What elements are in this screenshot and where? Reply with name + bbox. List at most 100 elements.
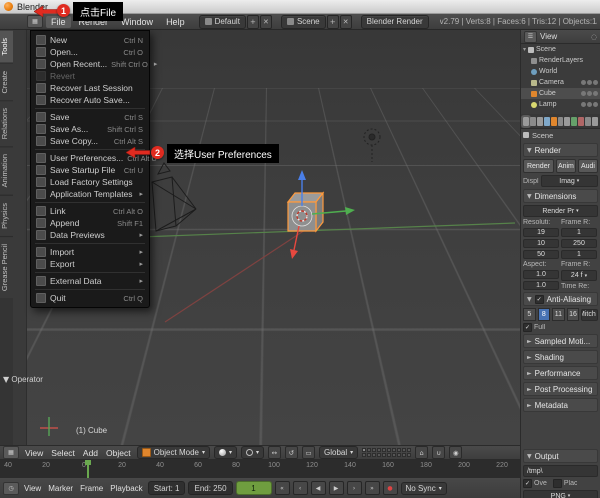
- menu-item-load-factory-settings[interactable]: Load Factory Settings: [31, 176, 149, 188]
- menu-item-append[interactable]: AppendShift F1: [31, 217, 149, 229]
- aa-samples-11[interactable]: 11: [552, 308, 565, 321]
- overwrite-checkbox[interactable]: ✓: [523, 479, 532, 488]
- menu-file[interactable]: File: [46, 16, 71, 28]
- search-icon[interactable]: ◌: [591, 33, 597, 41]
- aa-samples-5[interactable]: 5: [523, 308, 536, 321]
- menu-item-open-recent[interactable]: Open Recent...Shift Ctrl O▸: [31, 58, 149, 70]
- outliner-row-renderlayers[interactable]: RenderLayers: [521, 55, 600, 66]
- render-presets-dropdown[interactable]: Render Pr ▾: [523, 205, 598, 217]
- frame-start-field[interactable]: 1: [561, 228, 597, 237]
- toolshelf-tab-physics[interactable]: Physics: [0, 195, 13, 236]
- aa-filter-dropdown[interactable]: Mitch ▾: [581, 309, 598, 321]
- render-engine-dropdown[interactable]: Blender Render: [361, 15, 429, 29]
- next-keyframe-button[interactable]: ›: [347, 481, 362, 495]
- record-button[interactable]: ●: [383, 481, 398, 495]
- tab-render-icon[interactable]: [523, 117, 529, 126]
- full-sample-checkbox[interactable]: ✓: [523, 323, 532, 332]
- toolshelf-tab-tools[interactable]: Tools: [0, 30, 13, 63]
- add-layout-button[interactable]: +: [247, 15, 259, 29]
- tab-material-icon[interactable]: [578, 117, 584, 126]
- render-button[interactable]: Render: [523, 159, 554, 173]
- camera-object[interactable]: [152, 163, 196, 231]
- frame-end-field[interactable]: 250: [561, 239, 597, 248]
- viewport-menu-select[interactable]: Select: [49, 448, 77, 458]
- outliner-row-camera[interactable]: Camera: [521, 77, 600, 88]
- menu-help[interactable]: Help: [161, 16, 190, 28]
- pivot-dropdown[interactable]: ▾: [241, 446, 264, 459]
- resolution-x-field[interactable]: 19: [523, 228, 559, 237]
- timeline-menu-frame[interactable]: Frame: [78, 484, 105, 493]
- fps-dropdown[interactable]: 24 f ▾: [561, 270, 597, 281]
- expand-triangle-icon[interactable]: ▾: [523, 46, 526, 53]
- format-dropdown[interactable]: PNG ▾: [523, 490, 598, 498]
- prev-keyframe-button[interactable]: ‹: [293, 481, 308, 495]
- menu-item-revert[interactable]: Revert: [31, 70, 149, 82]
- transform-orientation-dropdown[interactable]: Global ▾: [319, 446, 358, 459]
- outliner-row-cube[interactable]: Cube: [521, 88, 600, 99]
- play-button[interactable]: ▶: [329, 481, 344, 495]
- timeline-editor-type-icon[interactable]: ◷: [3, 482, 19, 495]
- display-dropdown[interactable]: Imag ▾: [541, 175, 598, 187]
- viewport-menu-view[interactable]: View: [23, 448, 45, 458]
- rotate-manipulator-button[interactable]: ↺: [285, 446, 298, 459]
- viewport-menu-object[interactable]: Object: [104, 448, 133, 458]
- delete-layout-button[interactable]: ✕: [260, 15, 272, 29]
- layers-widget[interactable]: [362, 448, 411, 457]
- delete-scene-button[interactable]: ✕: [340, 15, 352, 29]
- shading-panel-header[interactable]: ► Shading: [523, 350, 598, 364]
- frame-start-field[interactable]: Start: 1: [148, 481, 186, 495]
- jump-to-end-button[interactable]: »: [365, 481, 380, 495]
- menu-item-application-templates[interactable]: Application Templates▸: [31, 188, 149, 200]
- play-reverse-button[interactable]: ◀: [311, 481, 326, 495]
- sampled-motion-panel-header[interactable]: ► Sampled Moti...: [523, 334, 598, 348]
- render-panel-header[interactable]: ▼ Render: [523, 143, 598, 157]
- frame-end-field[interactable]: End: 250: [188, 481, 232, 495]
- timeline-menu-marker[interactable]: Marker: [46, 484, 75, 493]
- shading-dropdown[interactable]: ▾: [214, 446, 237, 459]
- menu-item-save-copy[interactable]: Save Copy...Ctrl Alt S: [31, 135, 149, 147]
- sync-dropdown[interactable]: No Sync ▾: [401, 482, 447, 495]
- dimensions-panel-header[interactable]: ▼ Dimensions: [523, 189, 598, 203]
- aspect-y-field[interactable]: 1.0: [523, 281, 559, 290]
- menu-item-open[interactable]: Open...Ctrl O: [31, 46, 149, 58]
- aspect-x-field[interactable]: 1.0: [523, 270, 559, 279]
- output-path-field[interactable]: /tmp\: [523, 465, 598, 477]
- lamp-object[interactable]: [364, 129, 380, 162]
- antialiasing-panel-header[interactable]: ▼ ✓ Anti-Aliasing: [523, 292, 598, 306]
- render-opengl-icon[interactable]: ◉: [449, 446, 462, 459]
- resolution-y-field[interactable]: 10: [523, 239, 559, 248]
- tab-scene-icon[interactable]: [537, 117, 543, 126]
- aa-samples-16[interactable]: 16: [567, 308, 580, 321]
- tab-data-icon[interactable]: [571, 117, 577, 126]
- tab-object-icon[interactable]: [551, 117, 557, 126]
- outliner-display-dropdown[interactable]: View: [540, 32, 557, 41]
- render-anim-button[interactable]: Anim: [556, 159, 576, 173]
- post-processing-panel-header[interactable]: ► Post Processing: [523, 382, 598, 396]
- resolution-percent-field[interactable]: 50: [523, 250, 559, 259]
- tab-constraints-icon[interactable]: [558, 117, 564, 126]
- antialiasing-checkbox[interactable]: ✓: [535, 295, 544, 304]
- viewport-menu-add[interactable]: Add: [81, 448, 100, 458]
- translate-manipulator-button[interactable]: ↔: [268, 446, 281, 459]
- outliner-row-lamp[interactable]: Lamp: [521, 99, 600, 110]
- toolshelf-tab-animation[interactable]: Animation: [0, 146, 13, 194]
- placeholders-checkbox[interactable]: [553, 479, 562, 488]
- lock-icon[interactable]: ⌂: [415, 446, 428, 459]
- snap-magnet-icon[interactable]: ∪: [432, 446, 445, 459]
- tab-world-icon[interactable]: [544, 117, 550, 126]
- scene-dropdown[interactable]: Scene: [281, 15, 326, 29]
- menu-item-recover-auto-save[interactable]: Recover Auto Save...: [31, 94, 149, 106]
- menu-item-import[interactable]: Import▸: [31, 246, 149, 258]
- frame-step-field[interactable]: 1: [561, 250, 597, 259]
- metadata-panel-header[interactable]: ► Metadata: [523, 398, 598, 412]
- outliner-editor-type-icon[interactable]: ☰: [524, 31, 537, 43]
- menu-item-new[interactable]: NewCtrl N: [31, 34, 149, 46]
- menu-item-save-as[interactable]: Save As...Shift Ctrl S: [31, 123, 149, 135]
- mode-dropdown[interactable]: Object Mode ▾: [137, 446, 210, 459]
- scale-manipulator-button[interactable]: ▭: [302, 446, 315, 459]
- viewport-editor-type-icon[interactable]: ▦: [3, 446, 19, 459]
- render-audio-button[interactable]: Audi: [578, 159, 598, 173]
- layout-dropdown[interactable]: Default: [199, 15, 246, 29]
- menu-item-recover-last-session[interactable]: Recover Last Session: [31, 82, 149, 94]
- outliner-row-world[interactable]: World: [521, 66, 600, 77]
